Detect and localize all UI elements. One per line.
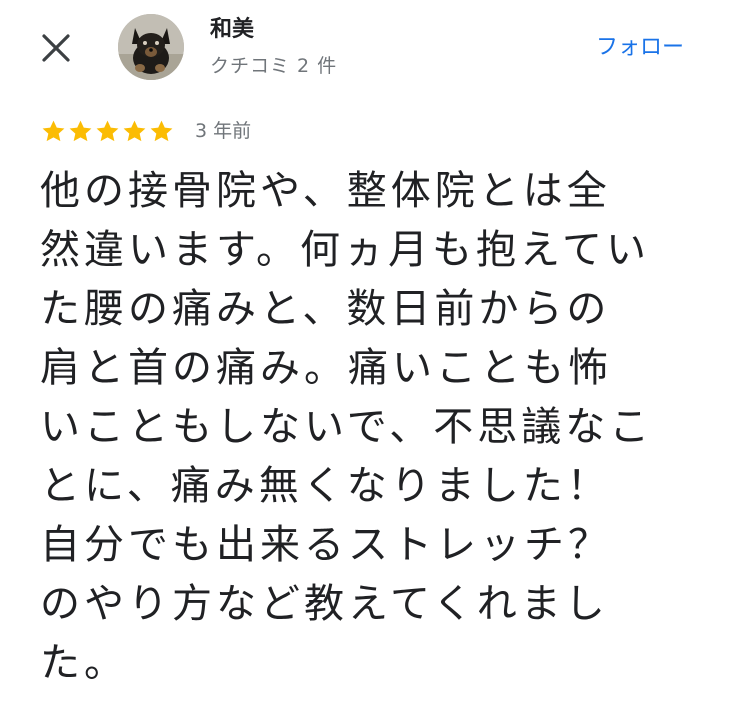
- avatar[interactable]: [118, 14, 184, 80]
- rating-row: 3 年前: [40, 118, 251, 144]
- follow-button[interactable]: フォロー: [596, 34, 684, 62]
- star-icon: [96, 120, 119, 141]
- review-text: 他の接骨院や、整体院とは全 然違います。何ヵ月も抱えてい た腰の痛みと、数日前か…: [40, 168, 654, 686]
- reviewer-review-count: クチコミ 2 件: [210, 55, 338, 77]
- review-date: 3 年前: [195, 120, 252, 142]
- star-rating: [40, 118, 175, 145]
- close-icon: [42, 34, 70, 62]
- star-icon: [123, 120, 146, 141]
- star-icon: [42, 120, 65, 141]
- star-icon: [150, 120, 173, 141]
- reviewer-name[interactable]: 和美: [210, 16, 254, 44]
- close-button[interactable]: [36, 28, 76, 68]
- avatar-dog-icon: [118, 14, 184, 80]
- star-icon: [69, 120, 92, 141]
